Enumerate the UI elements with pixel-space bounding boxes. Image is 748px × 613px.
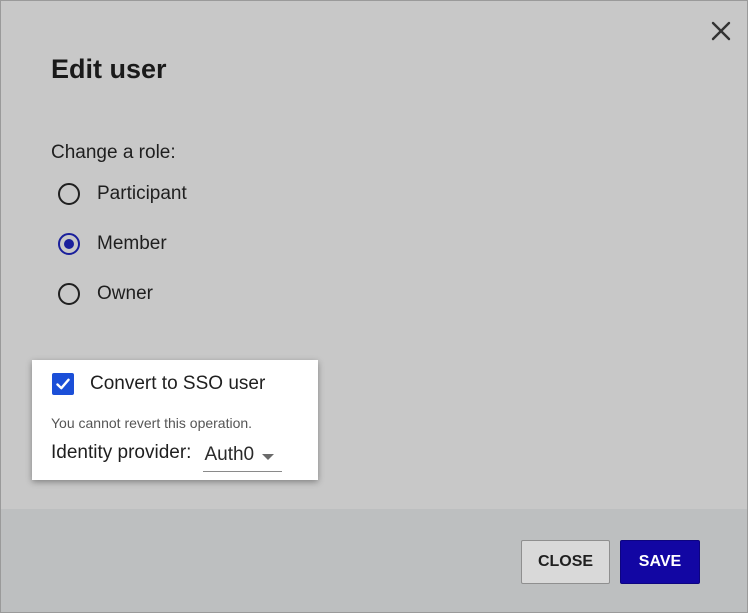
role-option-participant[interactable]: Participant (58, 179, 187, 209)
identity-provider-select[interactable]: Auth0 (203, 440, 283, 472)
save-button[interactable]: SAVE (620, 540, 700, 584)
role-group-label: Change a role: (51, 142, 176, 163)
identity-provider-label: Identity provider: (51, 442, 192, 463)
convert-sso-checkbox-row[interactable]: Convert to SSO user (52, 373, 265, 395)
sso-conversion-panel: Convert to SSO user You cannot revert th… (32, 360, 318, 480)
role-option-label: Owner (97, 283, 153, 304)
radio-button-member[interactable] (58, 233, 80, 255)
identity-provider-value: Auth0 (204, 444, 255, 465)
edit-user-dialog: Edit user Change a role: Participant Mem… (0, 0, 748, 613)
convert-sso-checkbox[interactable] (52, 373, 74, 395)
close-button[interactable]: CLOSE (521, 540, 610, 584)
dialog-title: Edit user (51, 54, 167, 84)
dialog-footer: CLOSE SAVE (1, 509, 747, 612)
role-option-label: Participant (97, 183, 187, 204)
role-option-label: Member (97, 233, 167, 254)
close-icon[interactable] (708, 18, 734, 44)
radio-button-participant[interactable] (58, 183, 80, 205)
role-option-owner[interactable]: Owner (58, 279, 153, 309)
radio-button-owner[interactable] (58, 283, 80, 305)
role-option-member[interactable]: Member (58, 229, 167, 259)
identity-provider-row: Identity provider: Auth0 (51, 440, 283, 472)
chevron-down-icon (262, 454, 275, 460)
checkmark-icon (56, 378, 70, 390)
revert-warning-text: You cannot revert this operation. (51, 415, 253, 431)
convert-sso-label: Convert to SSO user (90, 373, 266, 394)
